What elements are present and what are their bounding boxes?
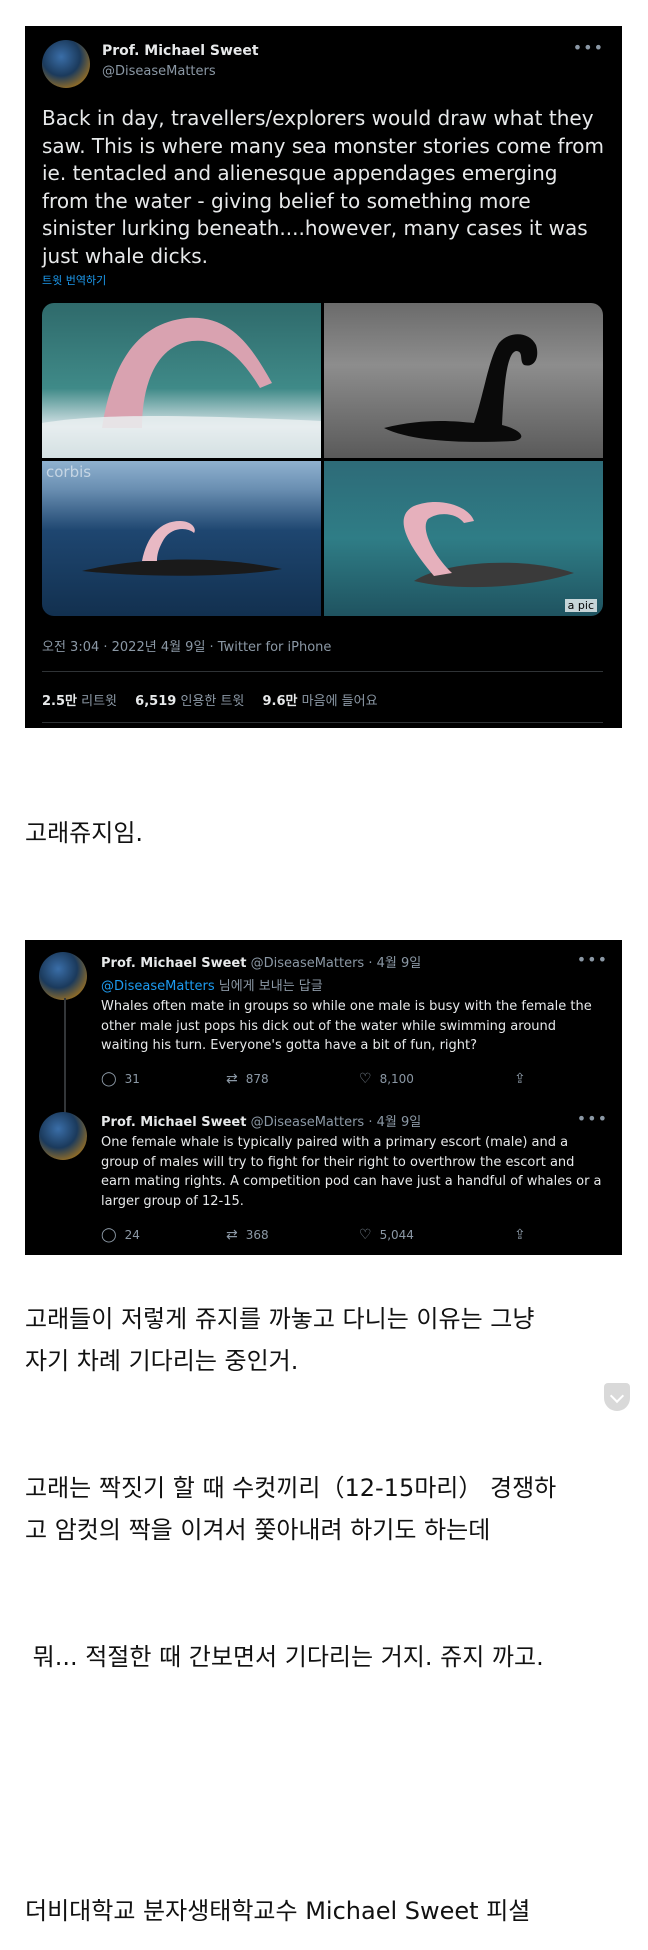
caption-2-line-1: 고래들이 저렇게 쥬지를 까놓고 다니는 이유는 그냥 (25, 1305, 535, 1333)
reply2-author-name[interactable]: Prof. Michael Sweet (101, 1115, 246, 1130)
retweet-count[interactable]: 2.5만 (42, 694, 77, 709)
more-dots-icon[interactable]: ••• (577, 950, 608, 969)
translate-link[interactable]: 트윗 번역하기 (42, 272, 106, 288)
caption-3: 고래는 짝짓기 할 때 수컷끼리（12-15마리） 경쟁하 고 암컷의 짝을 이… (25, 1467, 556, 1551)
retweet-icon: ⇄ (226, 1071, 238, 1087)
like-button[interactable]: ♡ 5,044 (359, 1227, 414, 1243)
reply1-author-name[interactable]: Prof. Michael Sweet (101, 956, 246, 971)
tweet-text: Back in day, travellers/explorers would … (42, 106, 605, 268)
divider (42, 722, 603, 723)
author-handle[interactable]: @DiseaseMatters (102, 64, 216, 79)
reply1-header: Prof. Michael Sweet @DiseaseMatters · 4월… (101, 952, 421, 971)
retweet-count: 878 (245, 1072, 269, 1086)
reply-count: 24 (124, 1228, 140, 1242)
share-icon: ⇪ (514, 1071, 526, 1087)
main-tweet-card: Prof. Michael Sweet @DiseaseMatters ••• … (25, 26, 622, 728)
caption-2: 고래들이 저렇게 쥬지를 까놓고 다니는 이유는 그냥 자기 차례 기다리는 중… (25, 1298, 534, 1382)
retweet-count: 368 (245, 1228, 269, 1242)
tweet-stats: 2.5만 리트윗 6,519 인용한 트윗 9.6만 마음에 들어요 (42, 690, 378, 709)
retweet-button[interactable]: ⇄ 878 (226, 1071, 269, 1087)
caption-5: 더비대학교 분자생태학교수 Michael Sweet 피셜 (25, 1897, 531, 1925)
comment-icon: ◯ (101, 1227, 117, 1243)
reply2-avatar[interactable] (39, 1112, 87, 1160)
reply1-actions: ◯ 31 ⇄ 878 ♡ 8,100 ⇪ (101, 1071, 531, 1089)
replying-to: @DiseaseMatters 님에게 보내는 답글 (101, 975, 323, 994)
more-dots-icon[interactable]: ••• (577, 1109, 608, 1128)
caption-1: 고래쥬지임. (25, 819, 144, 847)
reply1-text: Whales often mate in groups so while one… (101, 999, 592, 1053)
reply2-text: One female whale is typically paired wit… (101, 1135, 602, 1209)
media-photo-3[interactable]: corbis (42, 461, 321, 616)
author-name[interactable]: Prof. Michael Sweet (102, 43, 259, 59)
comment-icon: ◯ (101, 1071, 117, 1087)
like-count: 5,044 (379, 1228, 414, 1242)
like-count[interactable]: 9.6만 (263, 694, 298, 709)
reply-button[interactable]: ◯ 31 (101, 1071, 140, 1087)
heart-icon: ♡ (359, 1071, 372, 1087)
heart-icon: ♡ (359, 1227, 372, 1243)
share-button[interactable]: ⇪ (514, 1227, 534, 1243)
like-button[interactable]: ♡ 8,100 (359, 1071, 414, 1087)
replying-mention[interactable]: @DiseaseMatters (101, 979, 215, 994)
caption-3-line-1: 고래는 짝짓기 할 때 수컷끼리（12-15마리） 경쟁하 (25, 1474, 557, 1502)
reply-button[interactable]: ◯ 24 (101, 1227, 140, 1243)
more-dots-icon[interactable]: ••• (573, 38, 604, 57)
retweet-icon: ⇄ (226, 1227, 238, 1243)
retweet-button[interactable]: ⇄ 368 (226, 1227, 269, 1243)
caption-3-line-2: 고 암컷의 짝을 이겨서 쫓아내려 하기도 하는데 (25, 1516, 491, 1544)
whale-appendage-illustration (42, 317, 321, 458)
caption-2-line-2: 자기 차례 기다리는 중인거. (25, 1347, 299, 1375)
author-avatar[interactable] (42, 40, 90, 88)
whale-curve-illustration (403, 501, 574, 588)
media-photo-1[interactable] (42, 303, 321, 458)
share-button[interactable]: ⇪ (514, 1071, 534, 1087)
tweet-media-grid[interactable]: corbis a pic (42, 303, 603, 616)
quote-label[interactable]: 인용한 트윗 (180, 694, 244, 709)
reply1-meta[interactable]: @DiseaseMatters · 4월 9일 (251, 956, 422, 971)
media-photo-4[interactable]: a pic (324, 461, 603, 616)
divider (42, 671, 603, 672)
media-watermark: a pic (564, 599, 597, 612)
reply1-avatar[interactable] (39, 952, 87, 1000)
media-photo-2[interactable] (324, 303, 603, 458)
shield-chevron-icon[interactable] (604, 1383, 630, 1411)
caption-4: 뭐... 적절한 때 간보면서 기다리는 거지. 쥬지 까고. (25, 1643, 544, 1671)
reply2-header: Prof. Michael Sweet @DiseaseMatters · 4월… (101, 1111, 421, 1130)
loch-ness-silhouette (384, 334, 538, 442)
retweet-label[interactable]: 리트윗 (81, 694, 117, 709)
like-count: 8,100 (379, 1072, 414, 1086)
thread-card: Prof. Michael Sweet @DiseaseMatters · 4월… (25, 940, 622, 1255)
reply-count: 31 (124, 1072, 140, 1086)
quote-count[interactable]: 6,519 (135, 694, 176, 709)
tweet-timestamp[interactable]: 오전 3:04 · 2022년 4월 9일 · Twitter for iPho… (42, 636, 331, 655)
reply2-actions: ◯ 24 ⇄ 368 ♡ 5,044 ⇪ (101, 1227, 531, 1245)
replying-suffix: 님에게 보내는 답글 (214, 979, 323, 994)
whale-back-illustration (82, 521, 282, 576)
reply2-meta[interactable]: @DiseaseMatters · 4월 9일 (251, 1115, 422, 1130)
like-label[interactable]: 마음에 들어요 (302, 694, 378, 709)
share-icon: ⇪ (514, 1227, 526, 1243)
